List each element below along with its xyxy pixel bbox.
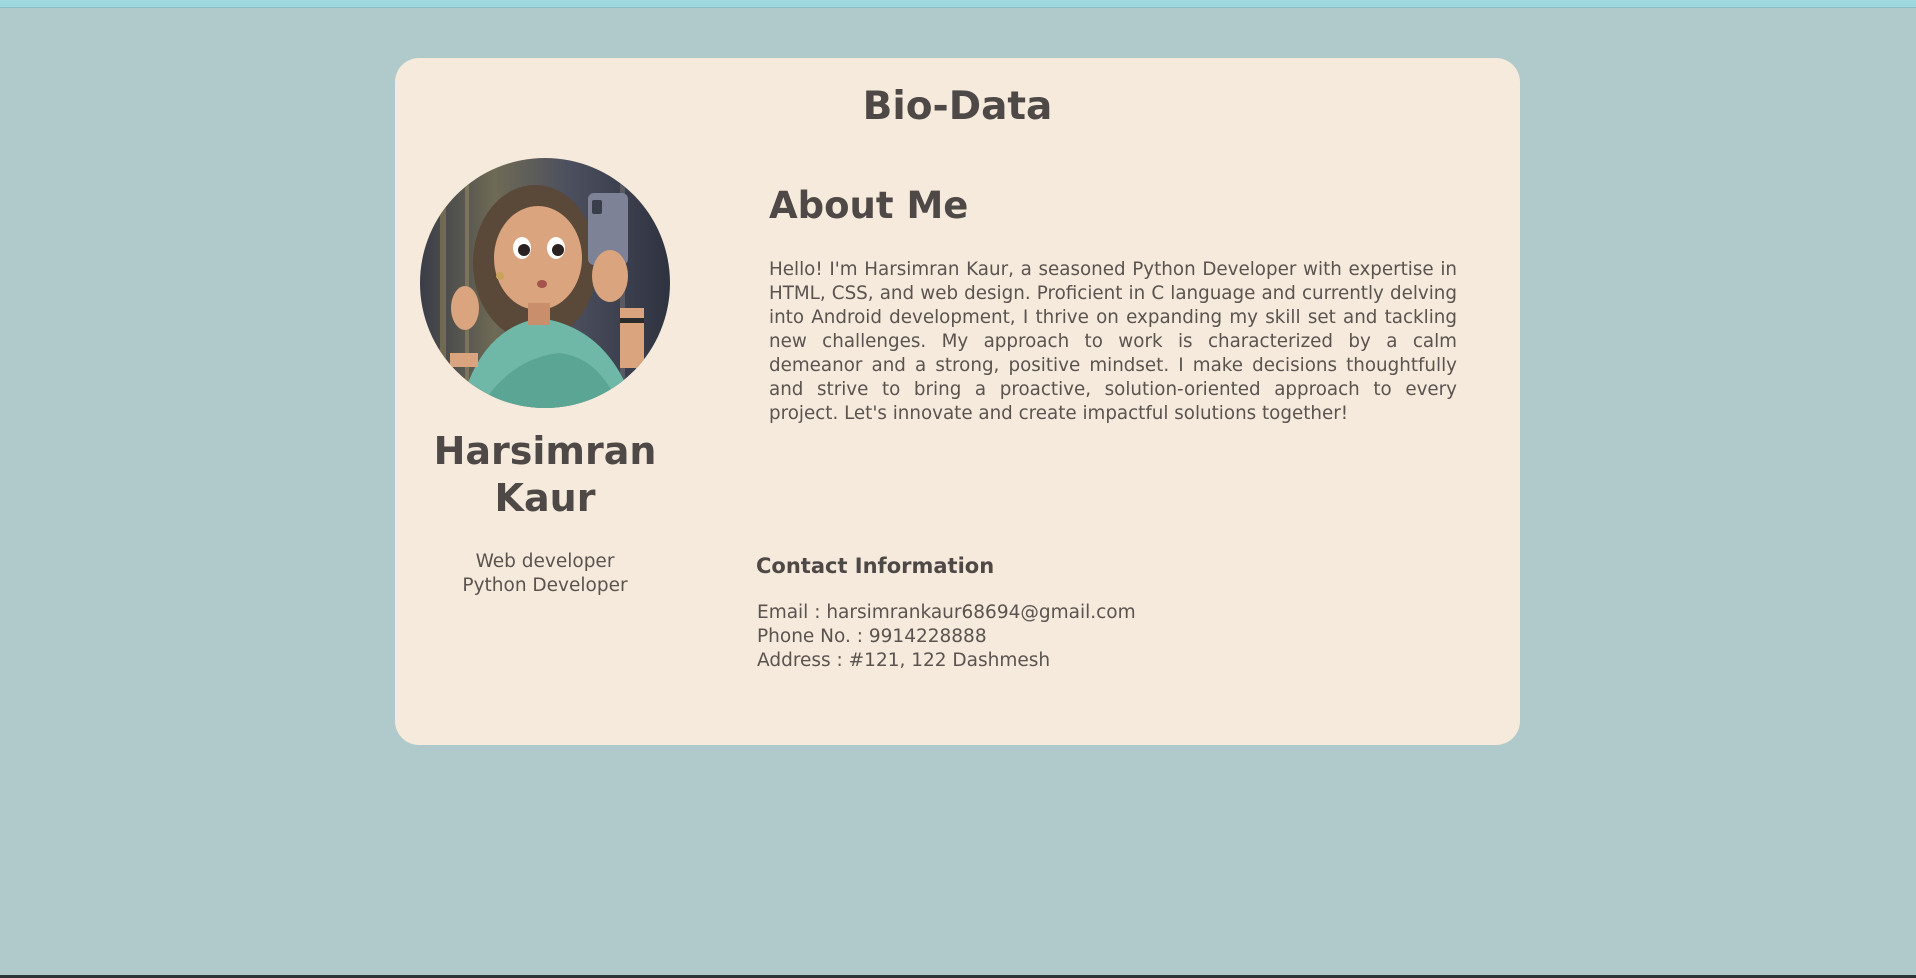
avatar-illustration-icon <box>420 158 670 408</box>
about-text: Hello! I'm Harsimran Kaur, a seasoned Py… <box>769 259 1457 424</box>
about-heading: About Me <box>769 184 969 227</box>
contact-phone: Phone No. : 9914228888 <box>757 626 987 647</box>
profile-name: Harsimran Kaur <box>433 429 657 520</box>
contact-list: Email : harsimrankaur68694@gmail.com Pho… <box>757 601 1136 673</box>
profile-roles: Web developer Python Developer <box>395 550 695 598</box>
browser-top-strip <box>0 0 1916 8</box>
contact-email: Email : harsimrankaur68694@gmail.com <box>757 602 1136 623</box>
contact-address: Address : #121, 122 Dashmesh <box>757 650 1051 671</box>
role-web-developer: Web developer <box>475 551 615 572</box>
contact-heading: Contact Information <box>756 554 995 578</box>
role-python-developer: Python Developer <box>462 575 628 596</box>
page-title: Bio-Data <box>862 84 1053 129</box>
profile-avatar <box>420 158 670 408</box>
bio-data-card: Bio-Data Harsimran Kaur Web developer Py… <box>395 58 1520 745</box>
